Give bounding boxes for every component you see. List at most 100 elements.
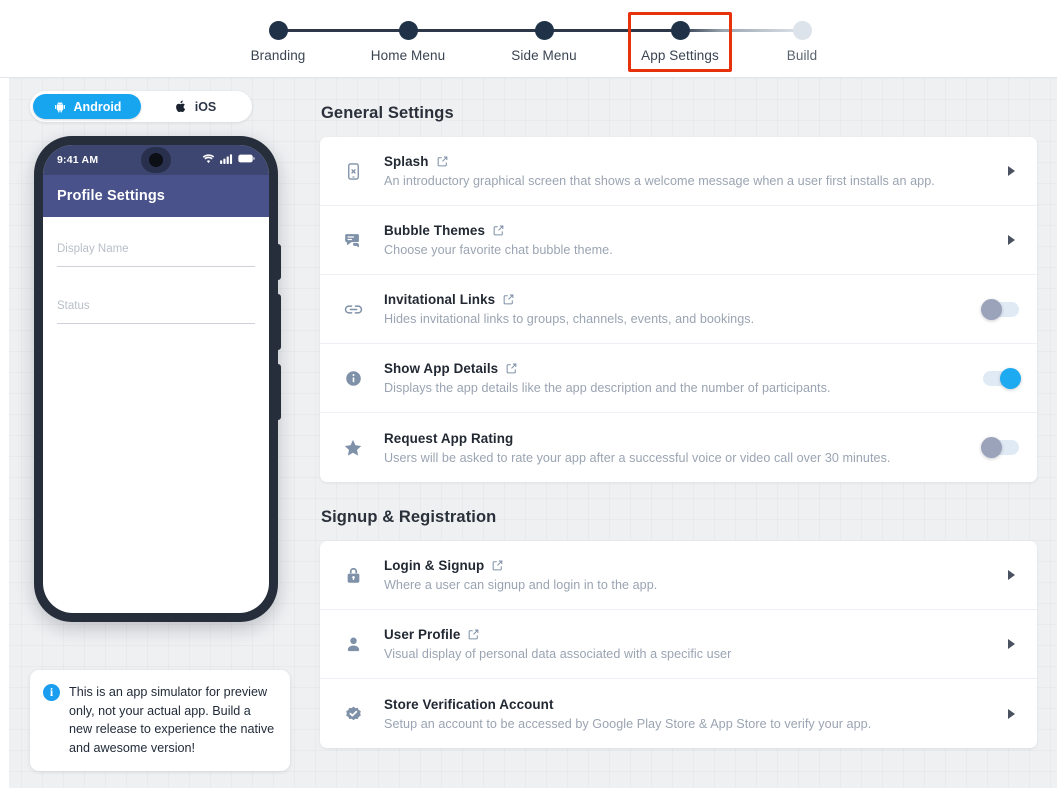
phone-field-underline [57, 266, 255, 267]
phone-field-display-name[interactable]: Display Name [57, 243, 255, 267]
stepper-step-app-settings[interactable]: App Settings [615, 0, 745, 63]
setting-row-body: Splash An introductory graphical screen … [384, 154, 957, 188]
chevron-right-icon[interactable] [1008, 166, 1015, 176]
setting-row-request-app-rating[interactable]: Request App Rating Users will be asked t… [320, 413, 1037, 482]
setting-row-title-line: User Profile [384, 627, 957, 642]
setting-row-splash[interactable]: Splash An introductory graphical screen … [320, 137, 1037, 206]
battery-icon [238, 154, 255, 166]
setting-row-body: User Profile Visual display of personal … [384, 627, 957, 661]
stepper-dot-icon [670, 21, 690, 40]
setting-row-body: Bubble Themes Choose your favorite chat … [384, 223, 957, 257]
setting-row-login-signup[interactable]: Login & Signup Where a user can signup a… [320, 541, 1037, 610]
phone-app-bar: Profile Settings [43, 175, 269, 217]
setting-row-bubble-themes[interactable]: Bubble Themes Choose your favorite chat … [320, 206, 1037, 275]
setting-row-control [971, 235, 1019, 245]
stepper-step-home-menu[interactable]: Home Menu [343, 0, 473, 63]
setting-row-user-profile[interactable]: User Profile Visual display of personal … [320, 610, 1037, 679]
stepper-step-branding[interactable]: Branding [213, 0, 343, 63]
setting-row-control [971, 708, 1019, 719]
link-icon [340, 299, 366, 320]
apple-icon [174, 99, 188, 114]
simulator-info-text: This is an app simulator for preview onl… [69, 685, 275, 755]
setting-row-store-verification-account[interactable]: Store Verification Account Setup an acco… [320, 679, 1037, 748]
general-settings-card: Splash An introductory graphical screen … [320, 137, 1037, 482]
user-icon [340, 635, 366, 654]
setting-row-control [971, 639, 1019, 649]
phone-frame: 9:41 AM Profile Settings Display Name St… [34, 136, 281, 622]
platform-option-android[interactable]: Android [33, 94, 141, 119]
stepper-dot-icon [534, 21, 554, 40]
chevron-right-icon[interactable] [1008, 639, 1015, 649]
setting-row-show-app-details[interactable]: Show App Details Displays the app detail… [320, 344, 1037, 413]
progress-stepper: Branding Home Menu Side Menu App Setting… [0, 0, 1057, 78]
setting-row-body: Invitational Links Hides invitational li… [384, 292, 957, 326]
star-icon [340, 437, 366, 459]
phone-side-button-mute [277, 244, 281, 280]
phone-x-icon [340, 162, 366, 181]
toggle-knob [981, 298, 1002, 320]
platform-option-ios[interactable]: iOS [141, 94, 249, 119]
phone-screen: 9:41 AM Profile Settings Display Name St… [43, 145, 269, 613]
info-circle-icon [340, 369, 366, 388]
external-link-icon[interactable] [467, 628, 480, 641]
setting-row-invitational-links[interactable]: Invitational Links Hides invitational li… [320, 275, 1037, 344]
setting-row-title-line: Splash [384, 154, 957, 169]
setting-row-control [971, 298, 1019, 320]
app-simulator-panel: Android iOS 9:41 AM Profile Settings Dis… [30, 78, 292, 622]
info-icon: i [43, 684, 60, 701]
setting-row-title-line: Invitational Links [384, 292, 957, 307]
setting-row-control [971, 437, 1019, 458]
toggle-invitational-links[interactable] [981, 298, 1019, 320]
setting-row-desc: Setup an account to be accessed by Googl… [384, 716, 872, 731]
phone-camera-notch [141, 147, 171, 173]
external-link-icon[interactable] [436, 155, 449, 168]
external-link-icon[interactable] [502, 293, 515, 306]
setting-row-desc: Users will be asked to rate your app aft… [384, 450, 891, 465]
setting-row-desc: An introductory graphical screen that sh… [384, 174, 935, 188]
external-link-icon[interactable] [505, 362, 518, 375]
chevron-right-icon[interactable] [1008, 708, 1015, 719]
toggle-show-app-details[interactable] [983, 367, 1021, 389]
setting-row-title: Request App Rating [384, 430, 514, 446]
phone-content: Display Name Status [43, 217, 269, 324]
platform-toggle[interactable]: Android iOS [30, 91, 252, 122]
simulator-info-note: i This is an app simulator for preview o… [30, 670, 290, 771]
platform-option-android-label: Android [73, 99, 122, 114]
setting-row-title: Login & Signup [384, 558, 485, 573]
setting-row-title-line: Request App Rating [384, 431, 957, 446]
left-edge-strip [0, 78, 9, 788]
progress-stepper-bar: Branding Home Menu Side Menu App Setting… [0, 0, 1057, 78]
signup-registration-card: Login & Signup Where a user can signup a… [320, 541, 1037, 748]
stepper-dot-icon [268, 21, 288, 40]
external-link-icon[interactable] [491, 559, 504, 572]
setting-row-desc: Choose your favorite chat bubble theme. [384, 243, 613, 257]
chevron-right-icon[interactable] [1008, 235, 1015, 245]
phone-side-button-volume-down [277, 364, 281, 420]
stepper-step-side-menu[interactable]: Side Menu [479, 0, 609, 63]
stepper-step-build[interactable]: Build [737, 0, 867, 63]
setting-row-title: Splash [384, 154, 429, 169]
status-bar-icons [202, 153, 255, 167]
chevron-right-icon[interactable] [1008, 570, 1015, 580]
setting-row-title-line: Login & Signup [384, 558, 957, 573]
platform-option-ios-label: iOS [194, 99, 217, 114]
setting-row-title-line: Bubble Themes [384, 223, 957, 238]
setting-row-control [971, 367, 1021, 389]
stepper-step-label: Side Menu [511, 48, 577, 63]
setting-row-title-line: Show App Details [384, 361, 957, 376]
stepper-dot-icon [398, 21, 418, 40]
phone-field-status[interactable]: Status [57, 300, 255, 324]
phone-app-bar-title: Profile Settings [57, 188, 165, 204]
phone-mockup: 9:41 AM Profile Settings Display Name St… [30, 136, 281, 622]
toggle-request-app-rating[interactable] [981, 437, 1019, 458]
cellular-signal-icon [220, 153, 233, 167]
toggle-knob [1000, 367, 1021, 389]
external-link-icon[interactable] [492, 224, 505, 237]
toggle-knob [981, 437, 1002, 458]
wifi-icon [202, 153, 215, 167]
stepper-dot-icon [792, 21, 812, 40]
phone-status-bar: 9:41 AM [43, 145, 269, 175]
setting-row-control [971, 570, 1019, 580]
setting-row-desc: Where a user can signup and login in to … [384, 578, 658, 592]
phone-field-label: Status [57, 300, 90, 312]
